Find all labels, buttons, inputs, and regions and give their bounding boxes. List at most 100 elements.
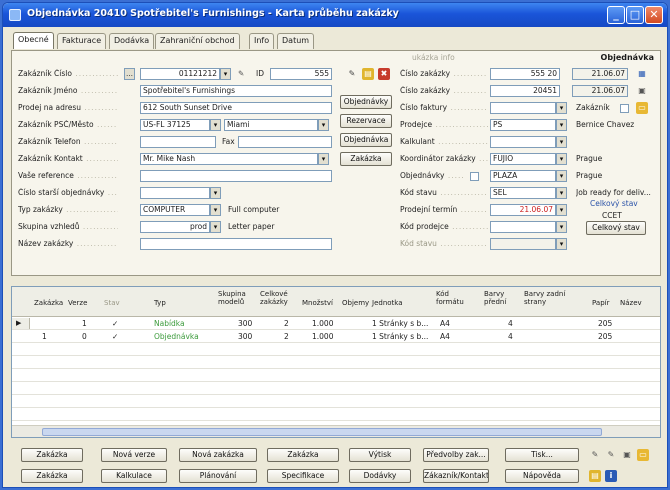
old-order-field[interactable] bbox=[140, 187, 210, 199]
invoice-no-field[interactable] bbox=[490, 102, 556, 114]
title-bar[interactable]: Objednávka 20410 Spotřebitel's Furnishin… bbox=[3, 3, 667, 27]
order-button[interactable]: Zakázka bbox=[21, 448, 83, 462]
your-reference-field[interactable] bbox=[140, 170, 332, 182]
seller-code-dropdown[interactable]: ▾ bbox=[556, 221, 567, 233]
orders-dropdown[interactable]: ▾ bbox=[556, 170, 567, 182]
notes-icon[interactable]: ▤ bbox=[589, 470, 601, 482]
tab-obecne[interactable]: Obecné bbox=[13, 32, 54, 49]
col-objemy[interactable]: Objemy bbox=[342, 299, 369, 307]
status-code-2-field[interactable] bbox=[490, 238, 556, 250]
table-row-empty[interactable] bbox=[12, 344, 660, 356]
tab-info[interactable]: Info bbox=[249, 33, 275, 49]
edit-pencil-icon[interactable]: ✎ bbox=[346, 68, 358, 80]
order-no-date-field[interactable]: 21.06.07 bbox=[572, 68, 628, 80]
salesperson-field[interactable]: PS bbox=[490, 119, 556, 131]
status-code-2-dropdown[interactable]: ▾ bbox=[556, 238, 567, 250]
order-button[interactable]: Objednávka bbox=[340, 133, 392, 147]
col-kod-formatu[interactable]: Kód formátu bbox=[436, 290, 468, 306]
folder-icon[interactable]: ▭ bbox=[637, 449, 649, 461]
order-type-dropdown[interactable]: ▾ bbox=[210, 204, 221, 216]
col-skupina[interactable]: Skupina modelů bbox=[218, 290, 256, 306]
job-no-date-field[interactable]: 21.06.07 bbox=[572, 85, 628, 97]
overall-status-button[interactable]: Celkový stav bbox=[586, 221, 646, 235]
help-button[interactable]: Nápověda bbox=[505, 469, 579, 483]
estimator-dropdown[interactable]: ▾ bbox=[556, 136, 567, 148]
address-field[interactable]: 612 South Sunset Drive bbox=[140, 102, 332, 114]
customer-contact-button[interactable]: Zákazník/Kontakt bbox=[423, 469, 489, 483]
status-code-dropdown[interactable]: ▾ bbox=[556, 187, 567, 199]
orders-checkbox[interactable] bbox=[470, 172, 479, 181]
row-selector[interactable]: ▶ bbox=[12, 318, 30, 329]
notes-icon[interactable]: ▤ bbox=[362, 68, 374, 80]
horizontal-scrollbar[interactable] bbox=[12, 425, 660, 437]
reservation-button[interactable]: Rezervace bbox=[340, 114, 392, 128]
col-nazev[interactable]: Název bbox=[620, 299, 642, 307]
sales-deadline-field[interactable]: 21.06.07 bbox=[490, 204, 556, 216]
job-button[interactable]: Zakázka bbox=[340, 152, 392, 166]
invoice-no-dropdown[interactable]: ▾ bbox=[556, 102, 567, 114]
planning-button[interactable]: Plánování bbox=[179, 469, 257, 483]
printer-icon[interactable]: ▣ bbox=[636, 85, 648, 97]
col-jednotka[interactable]: Jednotka bbox=[372, 299, 403, 307]
col-typ[interactable]: Typ bbox=[154, 299, 166, 307]
old-order-dropdown[interactable]: ▾ bbox=[210, 187, 221, 199]
order-name-field[interactable] bbox=[140, 238, 332, 250]
layout-group-dropdown[interactable]: ▾ bbox=[210, 221, 221, 233]
edit-icon[interactable]: ✎ bbox=[238, 69, 244, 78]
print-dialog-button[interactable]: Tisk... bbox=[505, 448, 579, 462]
table-row-empty[interactable] bbox=[12, 409, 660, 421]
deliveries-button[interactable]: Dodávky bbox=[349, 469, 411, 483]
fax-field[interactable] bbox=[238, 136, 332, 148]
new-order-button[interactable]: Nová zakázka bbox=[179, 448, 257, 462]
overall-status-link[interactable]: Celkový stav bbox=[590, 199, 638, 208]
customer-no-field[interactable]: 01121212 bbox=[140, 68, 220, 80]
table-row-empty[interactable] bbox=[12, 383, 660, 395]
tab-dodavka[interactable]: Dodávka bbox=[109, 33, 155, 49]
layout-group-field[interactable]: prod bbox=[140, 221, 210, 233]
orders-field[interactable]: PLAZA bbox=[490, 170, 556, 182]
salesperson-dropdown[interactable]: ▾ bbox=[556, 119, 567, 131]
orders-button[interactable]: Objednávky bbox=[340, 95, 392, 109]
contact-field[interactable]: Mr. Mike Nash bbox=[140, 153, 318, 165]
delete-icon[interactable]: ✖ bbox=[378, 68, 390, 80]
id-field[interactable]: 555 bbox=[270, 68, 332, 80]
customer-checkbox[interactable] bbox=[620, 104, 629, 113]
edit-icon[interactable]: ✎ bbox=[589, 449, 601, 461]
phone-field[interactable] bbox=[140, 136, 216, 148]
order-type-field[interactable]: COMPUTER bbox=[140, 204, 210, 216]
maximize-button[interactable]: □ bbox=[626, 6, 644, 24]
coordinator-field[interactable]: FUJIO bbox=[490, 153, 556, 165]
new-version-button[interactable]: Nová verze bbox=[101, 448, 167, 462]
customer-no-dropdown[interactable]: ▾ bbox=[220, 68, 231, 80]
postcode-field[interactable]: US-FL 37125 bbox=[140, 119, 210, 131]
col-zakazka[interactable]: Zakázka bbox=[34, 299, 63, 307]
contact-dropdown[interactable]: ▾ bbox=[318, 153, 329, 165]
costing-button[interactable]: Kalkulace bbox=[101, 469, 167, 483]
info-icon[interactable]: i bbox=[605, 470, 617, 482]
print-icon[interactable]: ▣ bbox=[621, 449, 633, 461]
table-row-empty[interactable] bbox=[12, 396, 660, 408]
edit-list-icon[interactable]: ✎ bbox=[605, 449, 617, 461]
sales-deadline-dropdown[interactable]: ▾ bbox=[556, 204, 567, 216]
job-dropdown-button[interactable]: Zakázka bbox=[21, 469, 83, 483]
col-stav[interactable]: Stav bbox=[104, 299, 120, 307]
print-button[interactable]: Výtisk bbox=[349, 448, 411, 462]
table-row[interactable]: 1 0 ✓ Objednávka 300 2 1.000 1 Stránky s… bbox=[12, 331, 660, 343]
col-papir[interactable]: Papír bbox=[592, 299, 609, 307]
col-barvy-zadni[interactable]: Barvy zadní strany bbox=[524, 290, 570, 306]
table-row-empty[interactable] bbox=[12, 357, 660, 369]
status-code-field[interactable]: SEL bbox=[490, 187, 556, 199]
estimator-field[interactable] bbox=[490, 136, 556, 148]
customer-no-assist-button[interactable]: … bbox=[124, 68, 135, 80]
city-dropdown[interactable]: ▾ bbox=[318, 119, 329, 131]
job-no-field[interactable]: 20451 bbox=[490, 85, 560, 97]
tab-datum[interactable]: Datum bbox=[277, 33, 315, 49]
table-row[interactable]: ▶ 1 ✓ Nabídka 300 2 1.000 1 Stránky s b.… bbox=[12, 318, 660, 330]
order-no-field[interactable]: 555 20 bbox=[490, 68, 560, 80]
postcode-dropdown[interactable]: ▾ bbox=[210, 119, 221, 131]
specification-button[interactable]: Specifikace bbox=[267, 469, 339, 483]
close-button[interactable]: ✕ bbox=[645, 6, 663, 24]
folder-icon[interactable]: ▭ bbox=[636, 102, 648, 114]
col-mnozstvi[interactable]: Množství bbox=[302, 299, 333, 307]
table-row-empty[interactable] bbox=[12, 370, 660, 382]
